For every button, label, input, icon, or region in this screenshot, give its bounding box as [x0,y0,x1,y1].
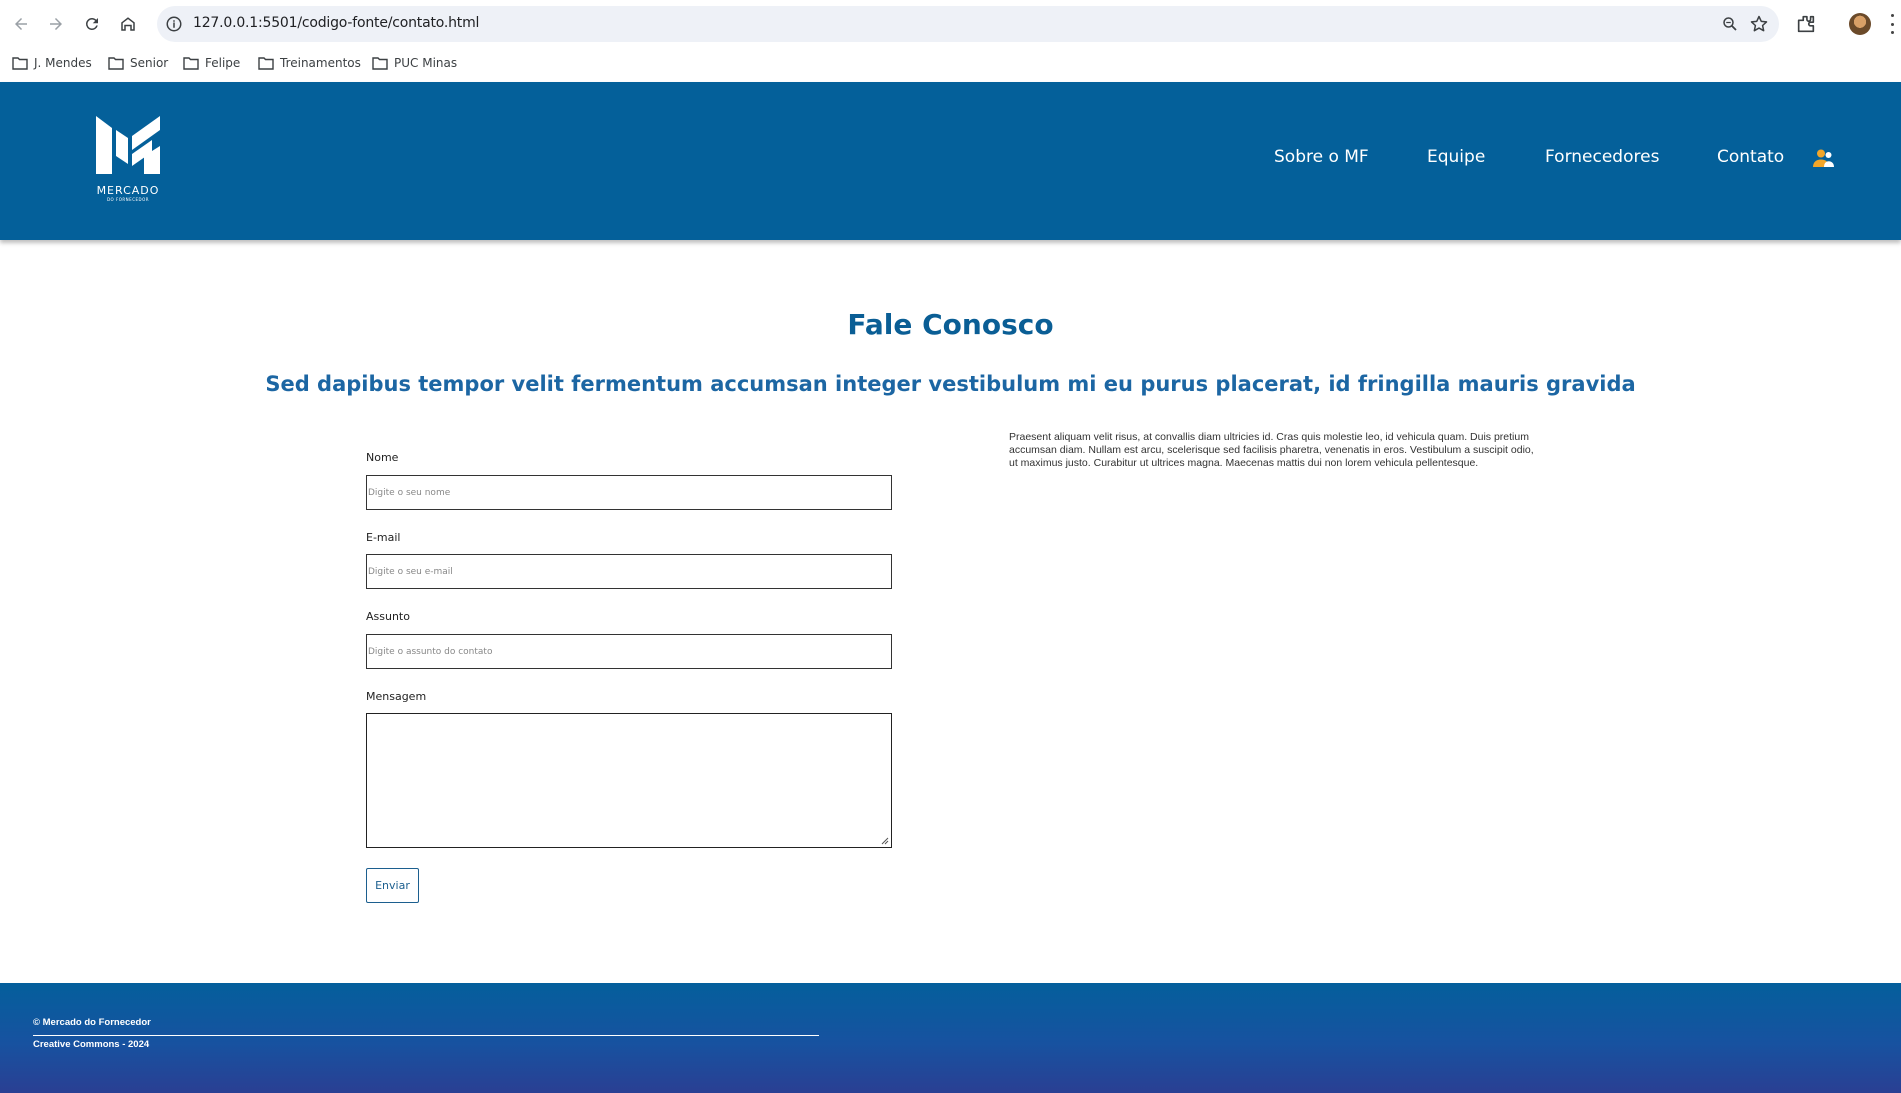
email-input[interactable]: Digite o seu e-mail [366,554,892,589]
bookmark-label: Treinamentos [280,56,361,70]
subject-label: Assunto [366,610,410,623]
bookmark-label: Senior [130,56,169,70]
bookmark-star-icon[interactable] [1749,14,1769,34]
forward-icon[interactable] [44,12,68,36]
profile-avatar[interactable] [1849,13,1871,35]
logo-wordmark: MERCADO [96,184,160,197]
footer-copyright: © Mercado do Fornecedor [33,1017,151,1028]
folder-icon [372,57,388,70]
back-icon[interactable] [9,12,33,36]
footer-license: Creative Commons - 2024 [33,1039,150,1050]
nav-link-fornecedores[interactable]: Fornecedores [1545,147,1659,167]
address-bar[interactable]: 127.0.0.1:5501/codigo-fonte/contato.html [157,6,1779,42]
site-logo[interactable]: MERCADO DO FORNECEDOR [94,116,162,206]
subject-input[interactable]: Digite o assunto do contato [366,634,892,669]
email-label: E-mail [366,531,401,544]
home-icon[interactable] [116,12,140,36]
bookmark-item[interactable]: Felipe [183,56,240,70]
bookmark-item[interactable]: Treinamentos [258,56,361,70]
nav-link-equipe[interactable]: Equipe [1427,147,1485,167]
folder-icon [258,57,274,70]
name-input[interactable]: Digite o seu nome [366,475,892,510]
page-subtitle: Sed dapibus tempor velit fermentum accum… [265,372,1636,396]
nav-link-sobre[interactable]: Sobre o MF [1274,147,1369,167]
footer-divider [33,1035,819,1036]
resize-handle-icon[interactable] [881,837,889,845]
message-label: Mensagem [366,690,427,703]
users-icon[interactable] [1813,148,1835,168]
name-label: Nome [366,451,399,464]
folder-icon [183,57,199,70]
folder-icon [108,57,124,70]
bookmarks-bar: J. Mendes Senior Felipe Treinamentos PUC… [0,48,1901,82]
extensions-icon[interactable] [1795,13,1817,35]
submit-button[interactable]: Enviar [366,868,419,903]
site-info-icon[interactable] [165,15,183,33]
reload-icon[interactable] [80,12,104,36]
bookmark-label: PUC Minas [394,56,458,70]
bookmark-item[interactable]: J. Mendes [12,56,92,70]
nav-link-contato[interactable]: Contato [1717,147,1784,167]
message-textarea[interactable] [366,713,892,848]
bookmark-item[interactable]: PUC Minas [372,56,457,70]
page-title: Fale Conosco [847,308,1054,341]
zoom-icon[interactable] [1721,15,1739,33]
folder-icon [12,57,28,70]
browser-toolbar: 127.0.0.1:5501/codigo-fonte/contato.html [0,0,1901,48]
bookmark-item[interactable]: Senior [108,56,168,70]
bookmark-label: J. Mendes [34,56,92,70]
menu-icon[interactable] [1889,14,1895,34]
site-footer: © Mercado do Fornecedor Creative Commons… [0,983,1901,1093]
logo-subtitle: DO FORNECEDOR [106,197,150,202]
logo-mark-icon [96,116,160,174]
contact-description: Praesent aliquam velit risus, at convall… [1009,431,1534,469]
bookmark-label: Felipe [205,56,241,70]
url-text[interactable]: 127.0.0.1:5501/codigo-fonte/contato.html [193,15,479,31]
